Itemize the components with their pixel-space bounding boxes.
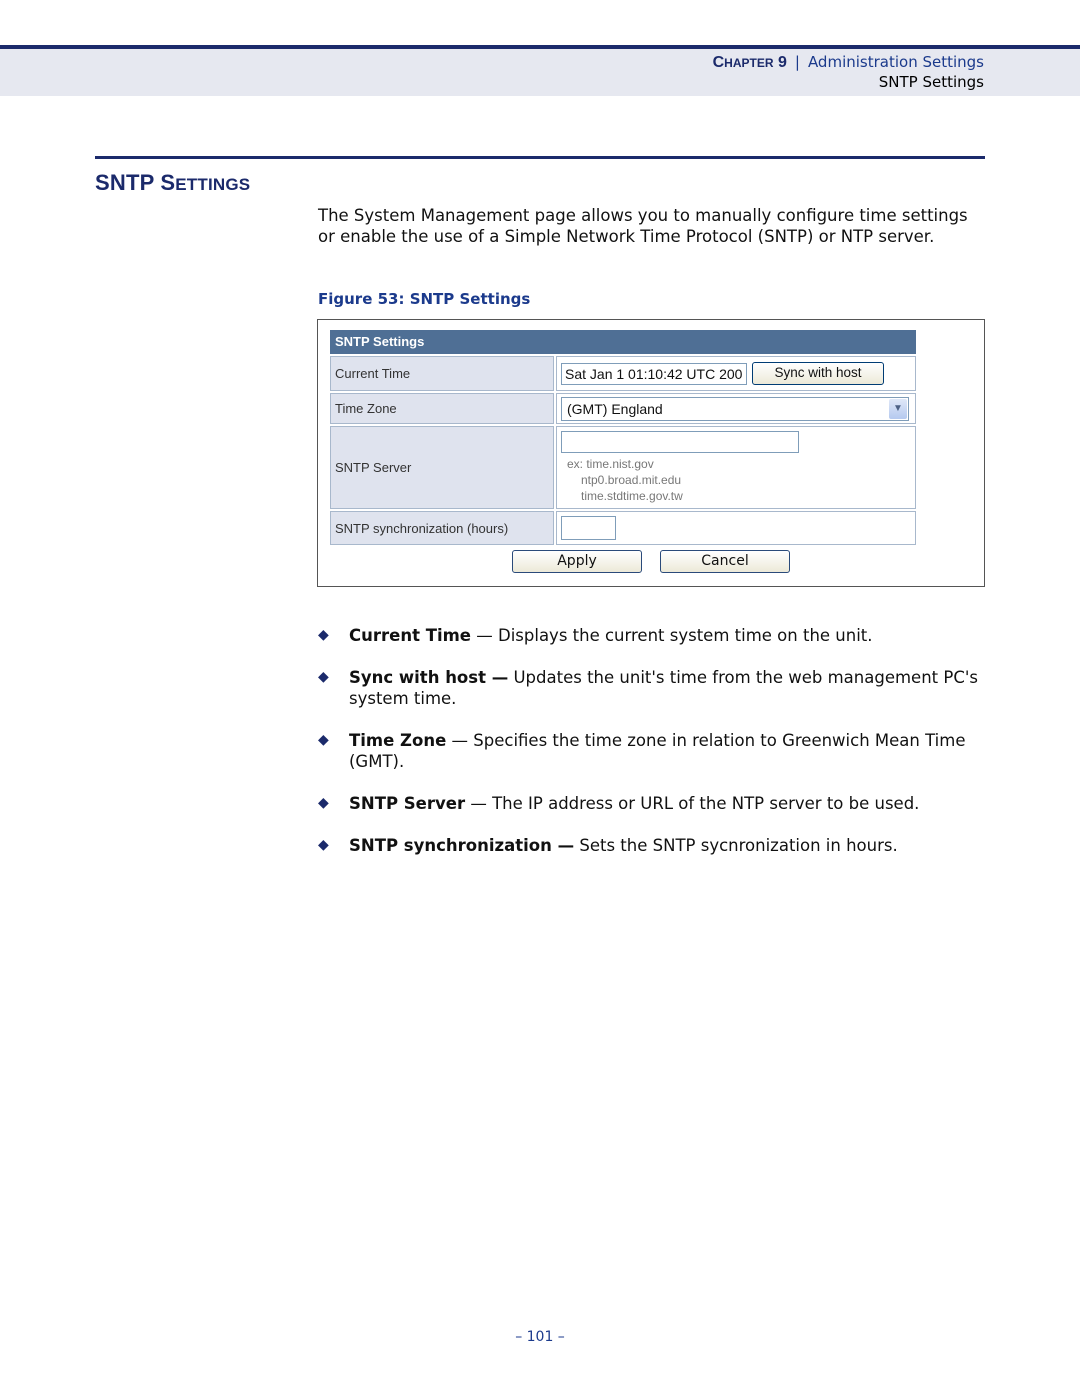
current-time-field[interactable]: Sat Jan 1 01:10:42 UTC 200 [561,362,747,385]
apply-button[interactable]: Apply [512,550,642,573]
list-item: ◆ Sync with host — Updates the unit's tim… [318,667,988,709]
running-header-section: SNTP Settings [878,73,984,91]
chevron-down-icon[interactable]: ▼ [889,398,907,419]
figure-screenshot: SNTP Settings Current Time Sat Jan 1 01:… [317,319,985,587]
sntp-sync-label: SNTP synchronization (hours) [330,511,554,545]
page-number: – 101 – [515,1329,565,1345]
form-buttons: Apply Cancel [318,550,984,573]
row-sntp-sync: SNTP synchronization (hours) [330,511,916,545]
figure-caption: Figure 53: SNTP Settings [318,290,531,308]
chapter-number: 9 [777,54,787,71]
current-time-cell: Sat Jan 1 01:10:42 UTC 200 Sync with hos… [556,356,916,391]
sntp-server-input[interactable] [561,431,799,453]
bullet-term: SNTP synchronization — [349,836,575,855]
sntp-server-hint-2: ntp0.broad.mit.edu [581,473,682,487]
diamond-bullet-icon: ◆ [318,837,329,853]
sntp-server-label: SNTP Server [330,426,554,509]
list-item: ◆ SNTP Server — The IP address or URL of … [318,793,988,814]
bullet-dash: — [471,626,498,645]
list-item: ◆ Current Time — Displays the current sys… [318,625,988,646]
cancel-button[interactable]: Cancel [660,550,790,573]
chapter-word: CHAPTER [712,54,774,71]
list-item: ◆ Time Zone — Specifies the time zone in … [318,730,988,772]
intro-paragraph: The System Management page allows you to… [318,206,968,246]
sntp-sync-cell [556,511,916,545]
list-item: ◆ SNTP synchronization — Sets the SNTP sy… [318,835,988,856]
time-zone-selected: (GMT) England [567,400,663,417]
row-time-zone: Time Zone (GMT) England ▼ [330,393,916,424]
diamond-bullet-icon: ◆ [318,795,329,811]
bullet-dash: — [446,731,474,750]
sntp-server-hint-3: time.stdtime.gov.tw [581,489,683,503]
bullet-term: Time Zone [349,731,447,750]
sync-with-host-button[interactable]: Sync with host [752,362,884,385]
time-zone-label: Time Zone [330,393,554,424]
sntp-server-cell: ex: time.nist.gov ntp0.broad.mit.edu tim… [556,426,916,509]
diamond-bullet-icon: ◆ [318,732,329,748]
field-descriptions: ◆ Current Time — Displays the current sys… [318,625,988,877]
bullet-term: Current Time [349,626,471,645]
section-title: SNTP SETTINGS [95,170,251,195]
bullet-term: Sync with host — [349,668,509,687]
bullet-dash: — [465,794,493,813]
bullet-text: The IP address or URL of the NTP server … [492,794,920,813]
section-rule [95,156,985,159]
sntp-settings-panel: SNTP Settings Current Time Sat Jan 1 01:… [330,330,916,545]
header-separator: | [794,53,800,71]
row-current-time: Current Time Sat Jan 1 01:10:42 UTC 200 … [330,356,916,391]
sntp-server-hint-1: ex: time.nist.gov [567,457,654,471]
chapter-title: Administration Settings [807,53,984,71]
chapter-label: CHAPTER 9 [713,54,787,71]
bullet-term: SNTP Server [349,794,466,813]
diamond-bullet-icon: ◆ [318,627,329,643]
diamond-bullet-icon: ◆ [318,669,329,685]
bullet-text: Sets the SNTP sycnronization in hours. [579,836,898,855]
current-time-label: Current Time [330,356,554,391]
sntp-sync-input[interactable] [561,516,616,540]
row-sntp-server: SNTP Server ex: time.nist.gov ntp0.broad… [330,426,916,509]
panel-title: SNTP Settings [330,330,916,354]
time-zone-cell: (GMT) England ▼ [556,393,916,424]
running-header: CHAPTER 9 | Administration Settings [713,53,984,72]
time-zone-select[interactable]: (GMT) England ▼ [561,396,909,421]
bullet-text: Displays the current system time on the … [498,626,873,645]
